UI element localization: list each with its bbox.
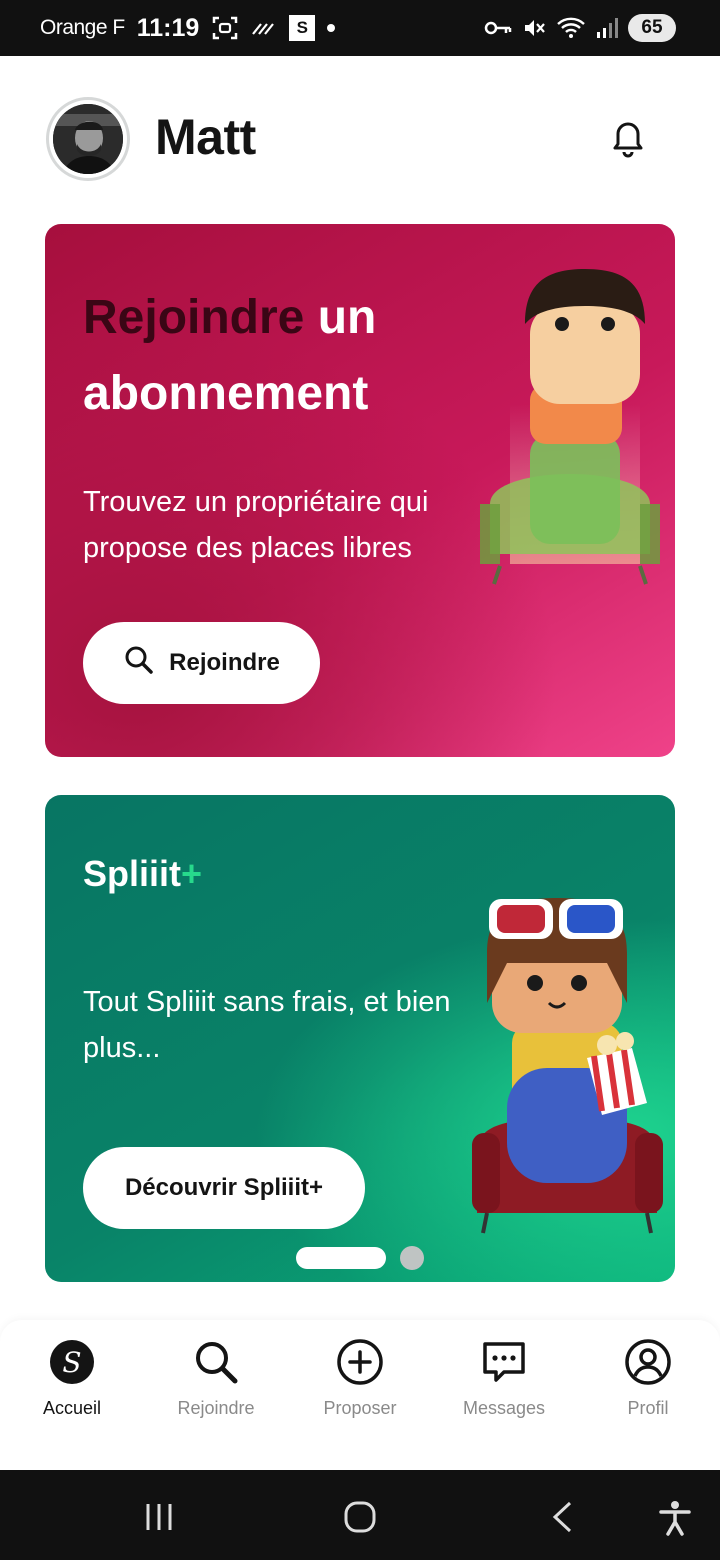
plus-circle-icon xyxy=(336,1338,384,1386)
avatar[interactable] xyxy=(46,97,130,181)
spliiit-plus-title-plus: + xyxy=(181,853,203,894)
notification-app-icon: S xyxy=(289,15,316,41)
nav-label-profil: Profil xyxy=(627,1398,669,1418)
discover-button-label: Découvrir Spliiit+ xyxy=(124,1174,324,1201)
vpn-key-icon xyxy=(484,19,512,37)
home-icon[interactable] xyxy=(343,1500,377,1539)
home-header: Matt xyxy=(0,56,720,222)
clock: 11:19 xyxy=(136,13,200,42)
notification-bell-icon[interactable] xyxy=(604,114,652,162)
nav-item-messages[interactable]: Messages xyxy=(432,1338,576,1419)
nav-label-rejoindre: Rejoindre xyxy=(177,1398,255,1418)
screenshot-icon xyxy=(211,14,239,42)
svg-text:S: S xyxy=(62,1346,81,1379)
nav-label-messages: Messages xyxy=(462,1398,546,1418)
more-notifications-icon xyxy=(327,24,336,32)
join-card-description: Trouvez un propriétaire qui propose des … xyxy=(83,486,429,564)
battery-indicator: 65 xyxy=(628,14,676,42)
nav-item-proposer[interactable]: Proposer xyxy=(288,1338,432,1419)
back-icon[interactable] xyxy=(548,1500,578,1539)
carousel-dot-active[interactable] xyxy=(296,1247,386,1269)
join-button-label: Rejoindre xyxy=(169,649,280,676)
carrier-name: Orange F xyxy=(40,16,125,39)
nav-item-rejoindre[interactable]: Rejoindre xyxy=(144,1338,288,1419)
signal-icon xyxy=(596,17,618,39)
discover-spliiit-plus-button[interactable]: Découvrir Spliiit+ xyxy=(83,1147,365,1229)
spliiit-plus-title-text: Spliiit xyxy=(83,853,181,894)
nav-label-proposer: Proposer xyxy=(323,1398,397,1418)
nav-label-accueil: Accueil xyxy=(42,1398,102,1418)
wifi-icon xyxy=(556,16,586,40)
recent-apps-icon[interactable] xyxy=(144,1500,176,1537)
bottom-navigation: S Accueil Rejoindre Proposer Messages Pr… xyxy=(0,1320,720,1470)
popcorn-character-illustration xyxy=(467,893,667,1248)
spliiit-plus-title: Spliiit+ xyxy=(83,853,202,895)
spliiit-plus-description: Tout Spliiit sans frais, et bien plus... xyxy=(83,986,451,1064)
join-subscription-card[interactable]: Rejoindre un abonnement Trouvez un propr… xyxy=(45,224,675,757)
spliiit-plus-card[interactable]: Spliiit+ Tout Spliiit sans frais, et bie… xyxy=(45,795,675,1282)
chat-bubble-icon xyxy=(480,1338,528,1386)
join-card-title-highlight: Rejoindre xyxy=(83,291,305,344)
join-card-title: Rejoindre un abonnement xyxy=(83,280,463,432)
status-bar: Orange F 11:19 S 65 xyxy=(0,0,720,56)
search-icon xyxy=(123,644,155,683)
search-icon xyxy=(192,1338,240,1386)
spliiit-logo-icon: S xyxy=(48,1338,96,1386)
flying-character-illustration xyxy=(470,254,670,599)
mute-icon xyxy=(522,16,546,40)
accessibility-icon[interactable] xyxy=(658,1500,692,1541)
username: Matt xyxy=(155,109,256,165)
carousel-dot[interactable] xyxy=(400,1246,424,1270)
user-circle-icon xyxy=(624,1338,672,1386)
system-navigation-bar xyxy=(0,1470,720,1560)
avatar-photo xyxy=(53,104,123,174)
nav-item-accueil[interactable]: S Accueil xyxy=(0,1338,144,1419)
vibrate-icon xyxy=(251,18,277,38)
carousel-indicator xyxy=(296,1246,424,1270)
nav-item-profil[interactable]: Profil xyxy=(576,1338,720,1419)
join-button[interactable]: Rejoindre xyxy=(83,622,320,704)
